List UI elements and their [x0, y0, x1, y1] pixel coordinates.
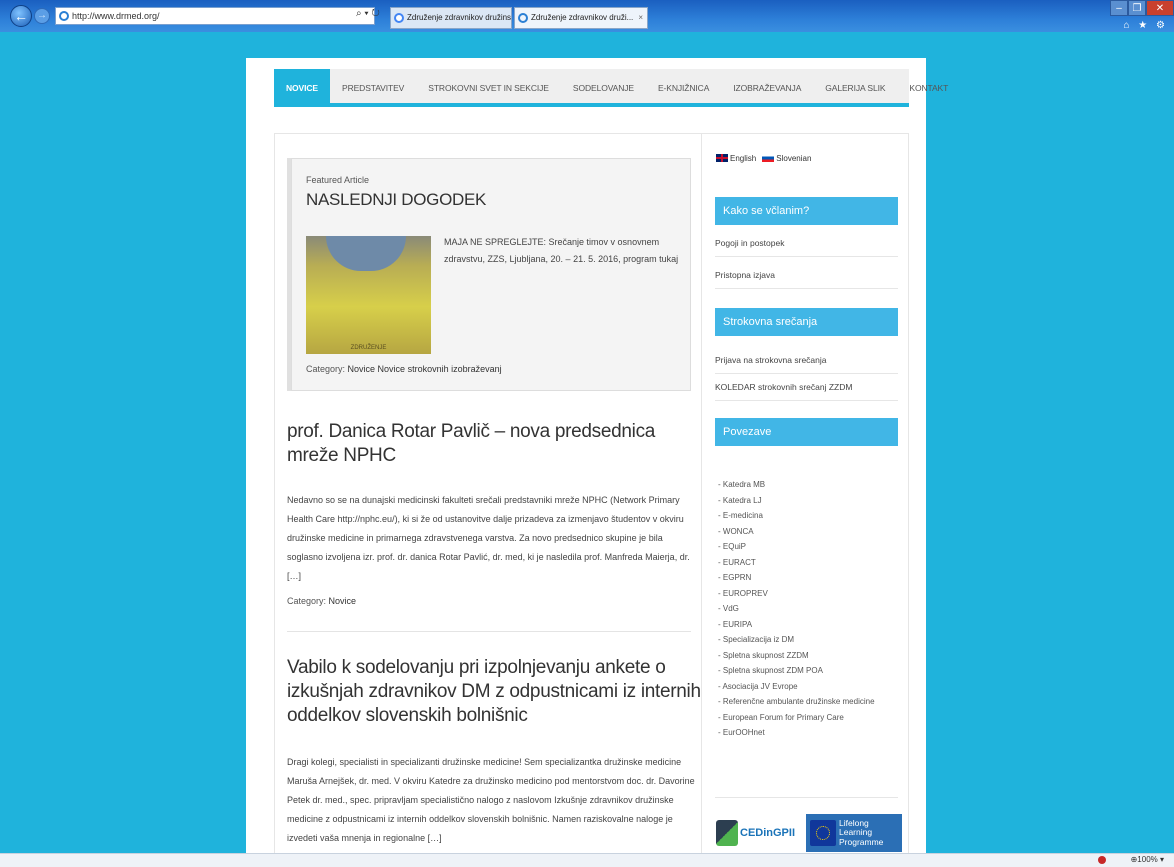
tab-label: Združenje zdravnikov druži... — [531, 13, 634, 22]
link-item[interactable]: - Asociacija JV Evrope — [718, 679, 875, 695]
related-links-list: - Katedra MB - Katedra LJ - E-medicina -… — [718, 477, 875, 741]
image-caption: ZDRUŽENJE — [350, 345, 387, 351]
language-switcher: English Slovenian — [716, 154, 811, 163]
nav-item-novice[interactable]: NOVICE — [274, 69, 330, 103]
featured-category: Category: Novice Novice strokovnih izobr… — [306, 364, 502, 374]
sidebar-heading-links: Povezave — [715, 418, 898, 446]
logo-shape — [326, 236, 406, 271]
uk-flag-icon — [716, 154, 728, 162]
link-item[interactable]: - WONCA — [718, 524, 875, 540]
si-flag-icon — [762, 154, 775, 162]
category-link[interactable]: Novice — [329, 596, 357, 606]
nav-item-izobrazevanja[interactable]: IZOBRAŽEVANJA — [721, 69, 813, 103]
partner-logos: CEDinGPII Lifelong Learning Programme — [716, 814, 906, 852]
link-item[interactable]: - EURIPA — [718, 617, 875, 633]
logo-line: Learning — [839, 827, 873, 838]
post-excerpt: Nedavno so se na dunajski medicinski fak… — [287, 495, 690, 581]
link-item[interactable]: - EGPRN — [718, 570, 875, 586]
link-item[interactable]: - EURACT — [718, 555, 875, 571]
link-item[interactable]: - European Forum for Primary Care — [718, 710, 875, 726]
logo-text: Lifelong Learning Programme — [839, 817, 884, 848]
link-item[interactable]: - Katedra MB — [718, 477, 875, 493]
browser-titlebar: ← → http://www.drmed.org/ ⌕ ▾ ↻ Združenj… — [0, 0, 1174, 32]
lang-label: Slovenian — [776, 154, 812, 163]
link-item[interactable]: - EQuiP — [718, 539, 875, 555]
nav-item-kontakt[interactable]: KONTAKT — [897, 69, 960, 103]
lang-slovenian[interactable]: Slovenian — [762, 154, 811, 163]
sidebar: English Slovenian Kako se včlanim? Pogoj… — [702, 133, 909, 853]
category-label: Category: — [306, 364, 346, 374]
nav-item-sodelovanje[interactable]: SODELOVANJE — [561, 69, 646, 103]
main-nav: NOVICE PREDSTAVITEV STROKOVNI SVET IN SE… — [274, 69, 948, 107]
sidebar-link[interactable]: KOLEDAR strokovnih srečanj ZZDM — [715, 382, 898, 401]
post-excerpt: Dragi kolegi, specialisti in specializan… — [287, 757, 695, 843]
address-bar[interactable]: http://www.drmed.org/ — [55, 7, 375, 25]
nav-item-e-knjiznica[interactable]: E-KNJIŽNICA — [646, 69, 721, 103]
cedingpii-icon — [716, 820, 738, 846]
close-button[interactable]: ✕ — [1146, 0, 1174, 16]
tab-label: Združenje zdravnikov družinske... — [407, 13, 512, 22]
cedingpii-logo[interactable]: CEDinGPII — [716, 814, 802, 852]
web-page: NOVICE PREDSTAVITEV STROKOVNI SVET IN SE… — [246, 58, 948, 853]
address-controls[interactable]: ⌕ ▾ ↻ — [356, 8, 380, 19]
ie-icon — [59, 11, 69, 21]
post-divider — [287, 631, 691, 632]
sidebar-link[interactable]: Pogoji in postopek — [715, 238, 898, 257]
link-item[interactable]: - Referenčne ambulante družinske medicin… — [718, 694, 875, 710]
window-controls: – ❐ ✕ — [1110, 0, 1174, 18]
sidebar-link[interactable]: Prijava na strokovna srečanja — [715, 355, 898, 374]
lang-english[interactable]: English — [716, 154, 756, 163]
sidebar-divider — [715, 797, 898, 798]
ie-icon — [518, 13, 528, 23]
link-item[interactable]: - EUROPREV — [718, 586, 875, 602]
address-text: http://www.drmed.org/ — [72, 11, 160, 21]
lang-label: English — [730, 154, 757, 163]
category-links[interactable]: Novice Novice strokovnih izobraževanj — [348, 364, 502, 374]
nav-item-galerija[interactable]: GALERIJA SLIK — [813, 69, 897, 103]
category-label: Category: — [287, 596, 327, 606]
link-item[interactable]: - Spletna skupnost ZZDM — [718, 648, 875, 664]
status-bar: ⊕100% ▾ — [0, 853, 1174, 867]
lifelong-learning-logo[interactable]: Lifelong Learning Programme — [806, 814, 902, 852]
post-title[interactable]: Vabilo k sodelovanju pri izpolnjevanju a… — [287, 656, 701, 728]
google-icon — [394, 13, 404, 23]
featured-image[interactable]: ZDRUŽENJE — [306, 236, 431, 354]
link-item[interactable]: - VdG — [718, 601, 875, 617]
zoom-control[interactable]: ⊕100% ▾ — [1131, 855, 1164, 864]
featured-article: Featured Article NASLEDNJI DOGODEK ZDRUŽ… — [287, 158, 691, 391]
sidebar-heading-membership: Kako se včlanim? — [715, 197, 898, 225]
featured-excerpt: MAJA NE SPREGLEJTE: Srečanje timov v osn… — [444, 237, 679, 264]
main-content: Featured Article NASLEDNJI DOGODEK ZDRUŽ… — [274, 133, 702, 853]
forward-button[interactable]: → — [34, 8, 50, 24]
link-item[interactable]: - EurOOHnet — [718, 725, 875, 741]
back-button[interactable]: ← — [10, 5, 32, 27]
sidebar-heading-meetings: Strokovna srečanja — [715, 308, 898, 336]
minimize-button[interactable]: – — [1110, 0, 1128, 16]
link-item[interactable]: - Katedra LJ — [718, 493, 875, 509]
eu-flag-icon — [810, 820, 836, 846]
post-title[interactable]: prof. Danica Rotar Pavlič – nova predsed… — [287, 420, 697, 468]
post-category: Category: Novice — [287, 596, 356, 606]
logo-line: Lifelong — [839, 817, 869, 828]
sidebar-link[interactable]: Pristopna izjava — [715, 270, 898, 289]
tab-close-icon[interactable]: × — [638, 8, 643, 28]
logo-line: Programme — [839, 836, 884, 847]
link-item[interactable]: - Specializacija iz DM — [718, 632, 875, 648]
toolbar-icons[interactable]: ⌂ ★ ⚙ — [1123, 20, 1168, 31]
nav-item-strokovni-svet[interactable]: STROKOVNI SVET IN SEKCIJE — [416, 69, 561, 103]
restore-button[interactable]: ❐ — [1128, 0, 1146, 16]
logo-text: CEDinGPII — [740, 827, 796, 839]
tab-zdruzenje-active[interactable]: Združenje zdravnikov druži... × — [514, 7, 648, 29]
link-item[interactable]: - E-medicina — [718, 508, 875, 524]
featured-title[interactable]: NASLEDNJI DOGODEK — [306, 190, 486, 210]
link-item[interactable]: - Spletna skupnost ZDM POA — [718, 663, 875, 679]
featured-label: Featured Article — [306, 175, 370, 185]
nav-item-predstavitev[interactable]: PREDSTAVITEV — [330, 69, 416, 103]
status-icon[interactable] — [1098, 856, 1106, 864]
tab-zdruzenje-google[interactable]: Združenje zdravnikov družinske... — [390, 7, 512, 29]
